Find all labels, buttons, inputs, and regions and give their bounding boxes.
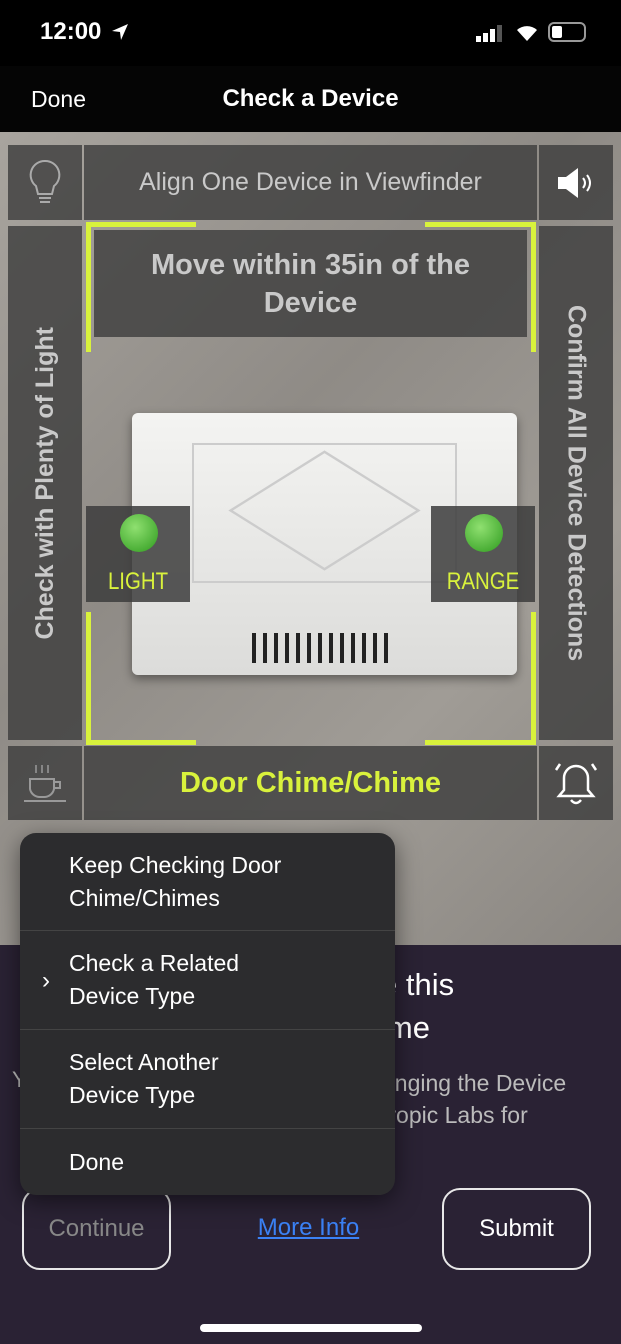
frame-corner — [425, 612, 536, 745]
light-indicator-label: LIGHT — [107, 568, 169, 595]
menu-item-related-type[interactable]: › Check a Related Device Type — [20, 931, 395, 1030]
detected-device: Door Chime/Chime — [84, 746, 537, 820]
frame-corner — [86, 222, 196, 352]
panel-body-fragment: anging the Device tropic Labs for — [382, 1070, 567, 1128]
battery-icon — [548, 22, 586, 42]
context-menu: Keep Checking Door Chime/Chimes › Check a… — [20, 833, 395, 1195]
confirm-hint: Confirm All Device Detections — [539, 226, 613, 740]
light-hint-text: Check with Plenty of Light — [30, 326, 59, 640]
sound-button[interactable] — [539, 145, 613, 220]
lightbulb-icon — [29, 159, 61, 203]
status-dot — [120, 514, 158, 552]
location-arrow-icon — [112, 24, 128, 40]
range-indicator: RANGE — [431, 506, 535, 602]
speaker-icon — [558, 167, 591, 198]
coffee-button[interactable] — [8, 746, 82, 820]
confirm-hint-text: Confirm All Device Detections — [562, 304, 591, 662]
alert-button[interactable] — [539, 746, 613, 820]
status-bar: 12:00 — [0, 0, 621, 66]
status-dot — [465, 514, 503, 552]
home-indicator[interactable] — [200, 1324, 422, 1332]
menu-item-done[interactable]: Done — [20, 1129, 395, 1195]
chevron-right-icon: › — [42, 966, 50, 994]
frame-corner — [86, 612, 196, 745]
align-hint: Align One Device in Viewfinder — [84, 145, 537, 220]
coffee-cup-icon — [24, 765, 66, 802]
page-title: Check a Device — [222, 85, 399, 112]
range-indicator-label: RANGE — [446, 568, 520, 595]
frame-corner — [425, 222, 536, 352]
navigation-bar: Done Check a Device — [0, 66, 621, 132]
menu-item-another-type[interactable]: Select Another Device Type — [20, 1030, 395, 1129]
align-hint-text: Align One Device in Viewfinder — [139, 168, 482, 196]
detected-device-label: Door Chime/Chime — [179, 766, 442, 799]
light-hint: Check with Plenty of Light — [8, 226, 82, 740]
bell-icon — [554, 763, 598, 805]
distance-hint-text: Move within 35in of the Device — [150, 248, 470, 319]
cellular-signal-icon — [476, 25, 502, 42]
light-button[interactable] — [8, 145, 82, 220]
clock: 12:00 — [40, 18, 102, 45]
light-indicator: LIGHT — [86, 506, 190, 602]
wifi-icon — [517, 26, 537, 41]
menu-item-keep-checking[interactable]: Keep Checking Door Chime/Chimes — [20, 833, 395, 931]
submit-button[interactable]: Submit — [442, 1188, 591, 1270]
